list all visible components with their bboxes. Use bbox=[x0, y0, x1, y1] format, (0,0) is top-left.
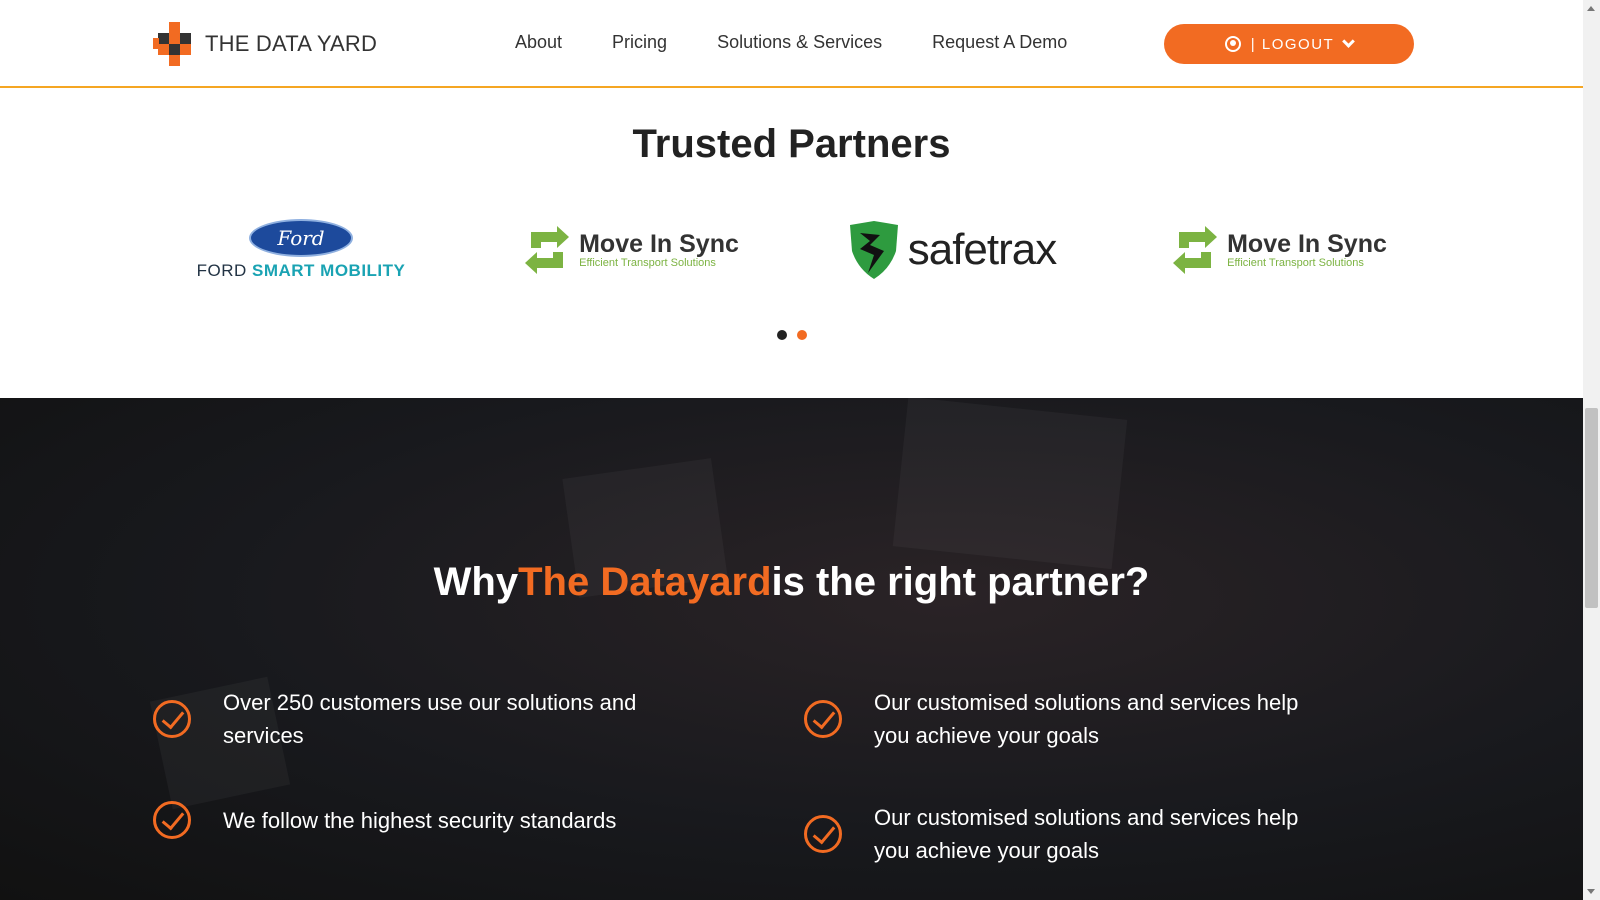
nav-request-demo[interactable]: Request A Demo bbox=[932, 32, 1067, 53]
shield-icon bbox=[849, 221, 898, 279]
partners-title: Trusted Partners bbox=[632, 122, 951, 166]
why-title: WhyThe Datayardis the right partner? bbox=[433, 560, 1150, 604]
why-section: WhyThe Datayardis the right partner? Ove… bbox=[0, 398, 1583, 900]
feature-text: Our customised solutions and services he… bbox=[874, 805, 1299, 863]
partner-tagline: Efficient Transport Solutions bbox=[1227, 256, 1364, 269]
carousel-dot-2[interactable] bbox=[797, 330, 807, 340]
nav-pricing[interactable]: Pricing bbox=[612, 32, 667, 53]
nav-solutions-services[interactable]: Solutions & Services bbox=[717, 32, 882, 53]
logout-label: | LOGOUT bbox=[1250, 35, 1335, 53]
check-circle-icon bbox=[804, 700, 842, 738]
logo-text: THE DATA YARD bbox=[205, 31, 378, 56]
partner-logo-moveinsync: Move In Sync Efficient Transport Solutio… bbox=[516, 210, 746, 290]
scroll-down-arrow-icon[interactable] bbox=[1587, 889, 1595, 894]
check-circle-icon bbox=[153, 801, 191, 839]
page-scrollbar[interactable] bbox=[1583, 0, 1600, 900]
site-logo[interactable]: THE DATA YARD bbox=[153, 22, 377, 66]
carousel-dot-1[interactable] bbox=[777, 330, 787, 340]
user-icon bbox=[1224, 36, 1241, 52]
ford-oval-logo: Ford bbox=[249, 219, 353, 257]
partner-name: Move In Sync bbox=[1227, 229, 1387, 258]
feature-text: Over 250 customers use our solutions and… bbox=[223, 690, 637, 748]
background-decoration bbox=[892, 398, 1128, 570]
site-header: THE DATA YARD About Pricing Solutions & … bbox=[0, 0, 1583, 88]
feature-item: Our customised solutions and services he… bbox=[804, 686, 1304, 752]
partner-logo-safetrax: safetrax bbox=[836, 210, 1066, 290]
chevron-down-icon bbox=[1342, 35, 1356, 48]
logout-button[interactable]: | LOGOUT bbox=[1164, 24, 1414, 64]
feature-item: Over 250 customers use our solutions and… bbox=[153, 686, 653, 752]
partner-logo-ford: Ford FORD SMART MOBILITY bbox=[186, 210, 416, 290]
sync-arrows-icon bbox=[525, 226, 570, 274]
partner-name: safetrax bbox=[907, 225, 1058, 274]
partner-name: Move In Sync bbox=[579, 229, 739, 258]
ford-subtitle: FORD SMART MOBILITY bbox=[196, 261, 406, 280]
main-nav: About Pricing Solutions & Services Reque… bbox=[515, 32, 1067, 53]
scroll-up-arrow-icon[interactable] bbox=[1587, 6, 1595, 11]
feature-item: Our customised solutions and services he… bbox=[804, 801, 1304, 867]
feature-item: We follow the highest security standards bbox=[153, 801, 723, 839]
nav-about[interactable]: About bbox=[515, 32, 562, 53]
check-circle-icon bbox=[804, 815, 842, 853]
logo-mark-icon bbox=[153, 22, 197, 66]
carousel-dots bbox=[777, 330, 807, 340]
check-circle-icon bbox=[153, 700, 191, 738]
scrollbar-thumb[interactable] bbox=[1585, 408, 1598, 608]
feature-text: We follow the highest security standards bbox=[223, 807, 617, 833]
feature-text: Our customised solutions and services he… bbox=[874, 690, 1299, 748]
sync-arrows-icon bbox=[1173, 226, 1218, 274]
partner-tagline: Efficient Transport Solutions bbox=[579, 256, 716, 269]
partner-logo-moveinsync-2: Move In Sync Efficient Transport Solutio… bbox=[1164, 210, 1394, 290]
